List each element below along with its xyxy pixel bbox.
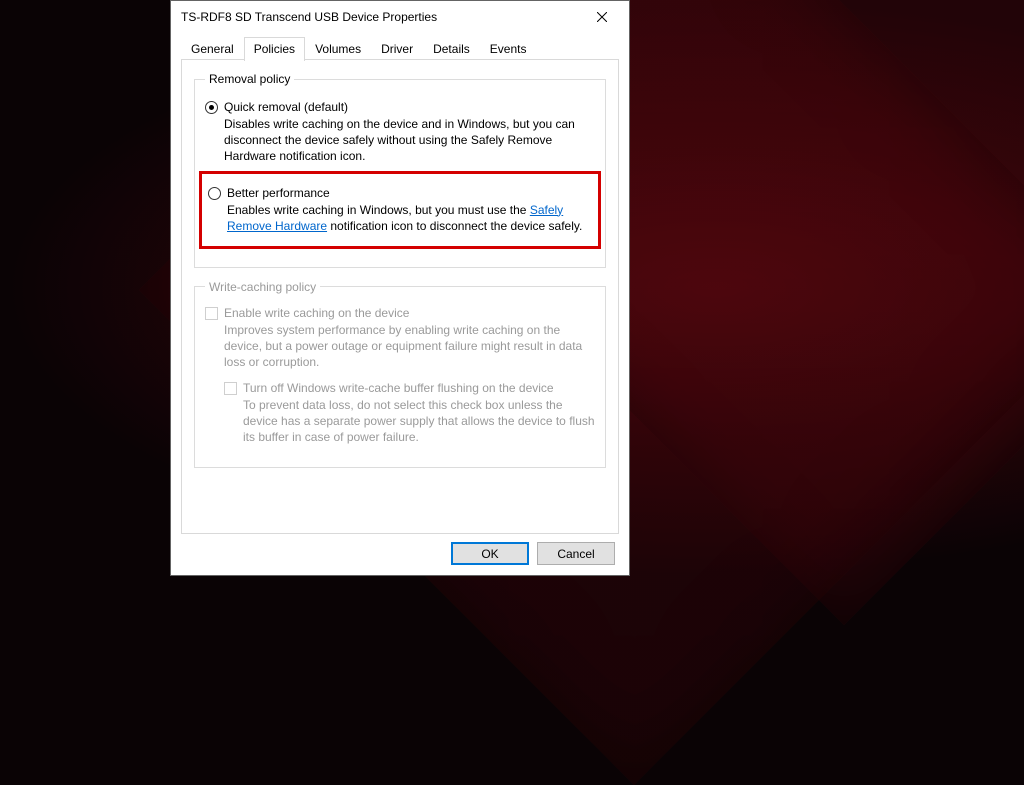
enable-write-caching-desc: Improves system performance by enabling … (224, 322, 595, 371)
enable-write-caching-option: Enable write caching on the device (205, 306, 595, 320)
checkbox-icon (224, 382, 237, 395)
window-title: TS-RDF8 SD Transcend USB Device Properti… (181, 10, 581, 24)
tab-policies[interactable]: Policies (244, 37, 305, 61)
radio-icon (205, 101, 218, 114)
highlight-box: Better performance Enables write caching… (199, 171, 601, 249)
tab-details[interactable]: Details (423, 37, 480, 60)
write-caching-group: Write-caching policy Enable write cachin… (194, 280, 606, 468)
dialog-buttons: OK Cancel (171, 534, 629, 575)
write-caching-legend: Write-caching policy (205, 280, 320, 294)
close-icon (597, 12, 607, 22)
tab-volumes[interactable]: Volumes (305, 37, 371, 60)
quick-removal-option[interactable]: Quick removal (default) (205, 100, 595, 114)
turnoff-buffer-flushing-desc: To prevent data loss, do not select this… (243, 397, 595, 446)
better-performance-option[interactable]: Better performance (208, 186, 592, 200)
better-performance-desc: Enables write caching in Windows, but yo… (227, 202, 592, 234)
tab-strip: General Policies Volumes Driver Details … (171, 33, 629, 60)
radio-icon (208, 187, 221, 200)
quick-removal-label: Quick removal (default) (224, 100, 348, 114)
turnoff-buffer-flushing-option: Turn off Windows write-cache buffer flus… (224, 381, 595, 395)
cancel-button[interactable]: Cancel (537, 542, 615, 565)
enable-write-caching-label: Enable write caching on the device (224, 306, 409, 320)
tab-general[interactable]: General (181, 37, 244, 60)
properties-dialog: TS-RDF8 SD Transcend USB Device Properti… (170, 0, 630, 576)
ok-button[interactable]: OK (451, 542, 529, 565)
tab-driver[interactable]: Driver (371, 37, 423, 60)
desc-text: notification icon to disconnect the devi… (327, 219, 582, 233)
removal-policy-legend: Removal policy (205, 72, 294, 86)
checkbox-icon (205, 307, 218, 320)
close-button[interactable] (581, 3, 623, 31)
turnoff-buffer-flushing-label: Turn off Windows write-cache buffer flus… (243, 381, 554, 395)
removal-policy-group: Removal policy Quick removal (default) D… (194, 72, 606, 268)
better-performance-label: Better performance (227, 186, 330, 200)
titlebar: TS-RDF8 SD Transcend USB Device Properti… (171, 1, 629, 33)
tab-events[interactable]: Events (480, 37, 537, 60)
quick-removal-desc: Disables write caching on the device and… (224, 116, 595, 165)
desc-text: Enables write caching in Windows, but yo… (227, 203, 530, 217)
tab-panel: Removal policy Quick removal (default) D… (181, 60, 619, 534)
